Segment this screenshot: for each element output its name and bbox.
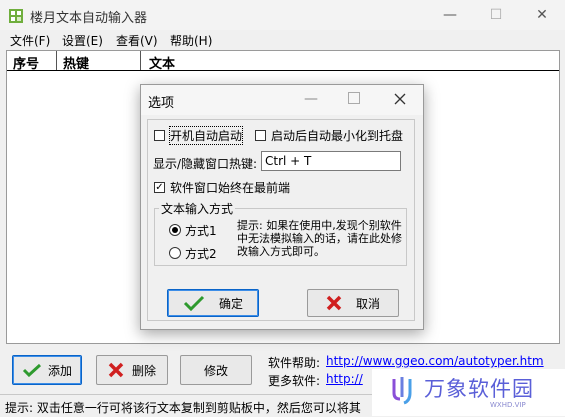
ok-button-label: 确定: [218, 296, 243, 311]
window-title: 楼月文本自动输入器: [30, 11, 148, 26]
table-header: 序号 热键 文本: [7, 51, 559, 72]
delete-button[interactable]: 删除: [96, 355, 168, 385]
menu-file[interactable]: 文件(F): [10, 32, 50, 49]
menu-bar: 文件(F) 设置(E) 查看(V) 帮助(H): [0, 30, 565, 50]
mode1-label[interactable]: 方式1: [185, 222, 217, 239]
status-text: 提示: 双击任意一行可将该行文本复制到剪贴板中，然后您可以将其: [5, 401, 361, 415]
more-software-link[interactable]: http://: [326, 372, 363, 386]
edit-button[interactable]: 修改: [180, 355, 252, 385]
checkmark-icon: [22, 363, 41, 377]
cancel-x-icon: [326, 295, 342, 311]
mode2-label[interactable]: 方式2: [185, 245, 217, 262]
add-button-label: 添加: [47, 363, 72, 378]
minimize-to-tray-checkbox[interactable]: [255, 130, 266, 141]
cancel-button[interactable]: 取消: [307, 289, 399, 317]
hotkey-label: 显示/隐藏窗口热键:: [153, 157, 258, 171]
close-button[interactable]: ✕: [519, 0, 565, 30]
hotkey-input[interactable]: Ctrl + T: [261, 151, 401, 171]
menu-view[interactable]: 查看(V): [116, 32, 158, 49]
dialog-maximize-button[interactable]: [348, 92, 360, 104]
cancel-button-label: 取消: [355, 296, 380, 311]
help-label: 软件帮助:: [268, 356, 321, 370]
dialog-title: 选项: [148, 96, 175, 111]
ok-button[interactable]: 确定: [167, 289, 259, 317]
options-dialog: 选项 — 开机自动启动 启动后自动最小化到托盘 显示/隐藏窗口热键: Ctrl …: [140, 84, 424, 330]
input-mode-hint: 提示: 如果在使用中,发现个别软件中无法模拟输入的话，请在此处修改输入方式即可。: [237, 219, 402, 258]
maximize-button[interactable]: ☐: [473, 0, 519, 30]
column-divider[interactable]: [56, 51, 57, 70]
column-header-text[interactable]: 文本: [149, 53, 175, 72]
dialog-close-button[interactable]: [394, 93, 406, 105]
menu-settings[interactable]: 设置(E): [62, 32, 103, 49]
edit-button-label: 修改: [203, 363, 228, 378]
column-header-hotkey[interactable]: 热键: [63, 53, 89, 72]
autostart-label[interactable]: 开机自动启动: [168, 126, 244, 145]
add-button[interactable]: 添加: [12, 355, 82, 385]
always-on-top-label[interactable]: 软件窗口始终在最前端: [170, 179, 290, 196]
watermark-domain: WXHD.VIP: [490, 401, 526, 409]
dialog-minimize-button[interactable]: —: [304, 91, 318, 107]
input-mode-group-title: 文本输入方式: [159, 200, 236, 217]
delete-x-icon: [108, 362, 124, 378]
app-icon: [9, 9, 23, 23]
column-divider[interactable]: [140, 51, 141, 70]
minimize-button[interactable]: —: [427, 0, 473, 30]
watermark-logo-icon: [392, 377, 412, 405]
title-bar[interactable]: 楼月文本自动输入器 — ☐ ✕: [0, 0, 565, 30]
always-on-top-checkbox[interactable]: ✓: [154, 182, 165, 193]
delete-button-label: 删除: [131, 363, 156, 378]
watermark-brand: 万象软件园: [424, 377, 534, 401]
mode2-radio[interactable]: [169, 247, 181, 259]
watermark: 万象软件园 WXHD.VIP: [372, 369, 565, 416]
help-link[interactable]: http://www.ggeo.com/autotyper.htm: [326, 354, 544, 368]
dialog-title-bar[interactable]: 选项 —: [141, 85, 423, 115]
mode1-radio[interactable]: [169, 224, 181, 236]
autostart-checkbox[interactable]: [154, 130, 165, 141]
checkmark-icon: [183, 295, 205, 311]
column-header-index[interactable]: 序号: [13, 53, 39, 72]
minimize-to-tray-label[interactable]: 启动后自动最小化到托盘: [271, 127, 403, 144]
menu-help[interactable]: 帮助(H): [170, 32, 212, 49]
more-software-label: 更多软件:: [268, 374, 321, 388]
